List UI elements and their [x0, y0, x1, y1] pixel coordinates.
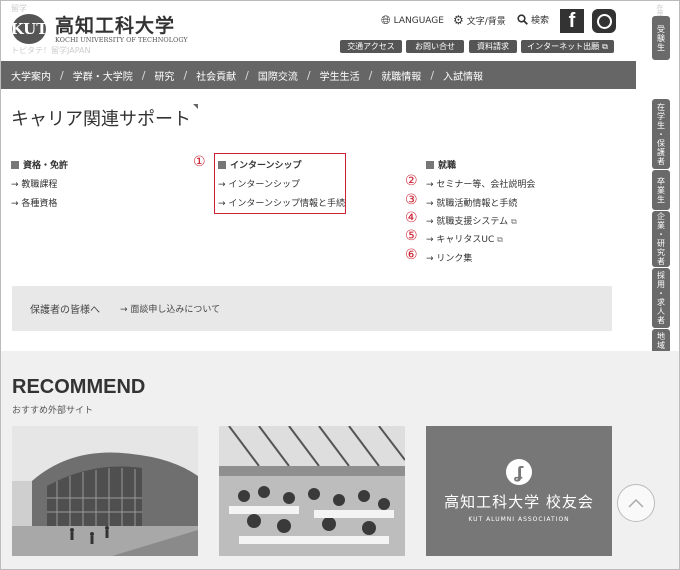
recommend-card-building[interactable] [12, 426, 198, 556]
link-link-collection[interactable]: → リンク集 [426, 251, 472, 264]
nav-separator: / [368, 68, 373, 82]
access-button[interactable]: 交通アクセス [340, 40, 402, 53]
building-photo [12, 426, 198, 556]
nav-separator: / [245, 68, 249, 82]
guardians-title: 保護者の皆様へ [30, 305, 100, 316]
nav-student-life[interactable]: 学生生活 [320, 68, 360, 83]
chevron-up-icon [628, 498, 644, 508]
link-label: 面談申し込みについて [130, 305, 221, 315]
internet-application-label: インターネット出願 [527, 42, 600, 51]
instagram-icon[interactable] [592, 9, 616, 33]
recommend-title: RECOMMEND [12, 376, 146, 398]
cafeteria-photo [219, 426, 405, 556]
link-internship[interactable]: → インターンシップ [218, 177, 300, 190]
link-label: インターンシップ [228, 180, 300, 190]
side-tab-companies-researchers[interactable]: 企業・研究者 [652, 211, 670, 267]
gear-icon: ⚙ [453, 13, 464, 27]
nav-separator: / [141, 68, 146, 82]
ghost-text: 留学 [11, 4, 27, 13]
alumni-name-en: KUT ALUMNI ASSOCIATION [468, 516, 570, 523]
nav-admissions[interactable]: 入試情報 [443, 68, 483, 83]
link-label: セミナー等、会社説明会 [436, 180, 536, 190]
text-background-link[interactable]: ⚙ 文字/背景 [453, 13, 506, 27]
guardians-section: 保護者の皆様へ → 面談申し込みについて [12, 286, 612, 331]
language-link[interactable]: 🌐︎ LANGUAGE [381, 13, 444, 28]
link-label: 就職活動情報と手続 [436, 199, 518, 209]
nav-international[interactable]: 国際交流 [258, 68, 298, 83]
university-logo-mark[interactable]: KUT [11, 14, 47, 44]
internet-application-button[interactable]: インターネット出願 ⧉ [521, 40, 614, 53]
recommend-card-alumni[interactable]: ʆ 高知工科大学 校友会 KUT ALUMNI ASSOCIATION [426, 426, 612, 556]
external-link-icon: ⧉ [511, 217, 517, 226]
search-link[interactable]: 検索 [517, 13, 549, 26]
section-title: インターンシップ [230, 161, 302, 171]
link-label: キャリタスUC [436, 235, 495, 245]
link-various-qualifications[interactable]: → 各種資格 [11, 196, 57, 209]
section-heading-employment: 就職 [426, 158, 456, 171]
annotation-number: ⑥ [405, 247, 418, 263]
section-title: 資格・免許 [23, 161, 69, 171]
section-title: 就職 [438, 161, 457, 171]
university-name-en: KOCHI UNIVERSITY OF TECHNOLOGY [55, 36, 188, 44]
language-label: LANGUAGE [393, 15, 444, 26]
nav-social-contribution[interactable]: 社会貢献 [196, 68, 236, 83]
link-teacher-training[interactable]: → 教職課程 [11, 177, 57, 190]
link-label: リンク集 [436, 254, 473, 264]
nav-faculties[interactable]: 学群・大学院 [73, 68, 133, 83]
external-link-icon: ⧉ [602, 41, 608, 51]
corner-mark-icon [193, 104, 198, 109]
link-label: 就職支援システム [436, 217, 509, 227]
page-title: キャリア関連サポート [11, 109, 191, 130]
back-to-top-button[interactable] [617, 484, 655, 522]
annotation-number: ⑤ [405, 228, 418, 244]
link-label: 教職課程 [21, 180, 58, 190]
square-bullet-icon [11, 160, 19, 169]
request-materials-button[interactable]: 資料請求 [469, 40, 517, 53]
text-background-label: 文字/背景 [466, 16, 506, 27]
recommend-card-cafeteria[interactable] [219, 426, 405, 556]
nav-separator: / [306, 68, 311, 82]
annotation-number: ③ [405, 192, 418, 208]
nav-separator: / [183, 68, 188, 82]
annotation-number: ④ [405, 210, 418, 226]
square-bullet-icon [426, 160, 434, 169]
side-tab-students-parents[interactable]: 在学生・保護者 [652, 99, 670, 169]
annotation-number: ② [405, 173, 418, 189]
side-tab-alumni[interactable]: 卒業生 [652, 170, 670, 210]
nav-career[interactable]: 就職情報 [381, 68, 421, 83]
annotation-number: ① [193, 154, 206, 170]
link-support-system[interactable]: → 就職支援システム ⧉ [426, 214, 517, 227]
nav-separator: / [60, 68, 64, 82]
square-bullet-icon [218, 160, 226, 169]
ghost-text: トピタテ！留学JAPAN [11, 46, 91, 55]
nav-about[interactable]: 大学案内 [11, 68, 51, 83]
section-heading-internship: インターンシップ [218, 158, 302, 171]
globe-icon: 🌐︎ [381, 13, 391, 27]
university-name[interactable]: 高知工科大学 [55, 11, 175, 38]
side-tab-applicants[interactable]: 受験生 [652, 16, 670, 60]
link-internship-info[interactable]: → インターンシップ情報と手続 [218, 196, 345, 209]
nav-separator: / [430, 68, 435, 82]
alumni-name: 高知工科大学 校友会 [444, 493, 594, 511]
section-heading-qualifications: 資格・免許 [11, 158, 68, 171]
link-interview-application[interactable]: → 面談申し込みについて [120, 302, 220, 315]
link-job-hunting-info[interactable]: → 就職活動情報と手続 [426, 196, 517, 209]
contact-button[interactable]: お問い合せ [406, 40, 464, 53]
side-tab-recruiters[interactable]: 採用・求人者 [652, 268, 670, 328]
search-label: 検索 [531, 16, 550, 26]
facebook-icon[interactable]: f [560, 9, 584, 33]
link-seminars[interactable]: → セミナー等、会社説明会 [426, 177, 535, 190]
search-icon [517, 14, 528, 25]
link-caritas-uc[interactable]: → キャリタスUC ⧉ [426, 232, 503, 245]
nav-research[interactable]: 研究 [154, 68, 174, 83]
link-label: 各種資格 [21, 199, 58, 209]
global-nav: 大学案内 / 学群・大学院 / 研究 / 社会貢献 / 国際交流 / 学生生活 … [1, 61, 636, 89]
link-label: インターンシップ情報と手続 [228, 199, 345, 209]
alumni-logo-icon: ʆ [506, 459, 532, 485]
recommend-subtitle: おすすめ外部サイト [12, 406, 94, 416]
external-link-icon: ⧉ [497, 235, 503, 244]
